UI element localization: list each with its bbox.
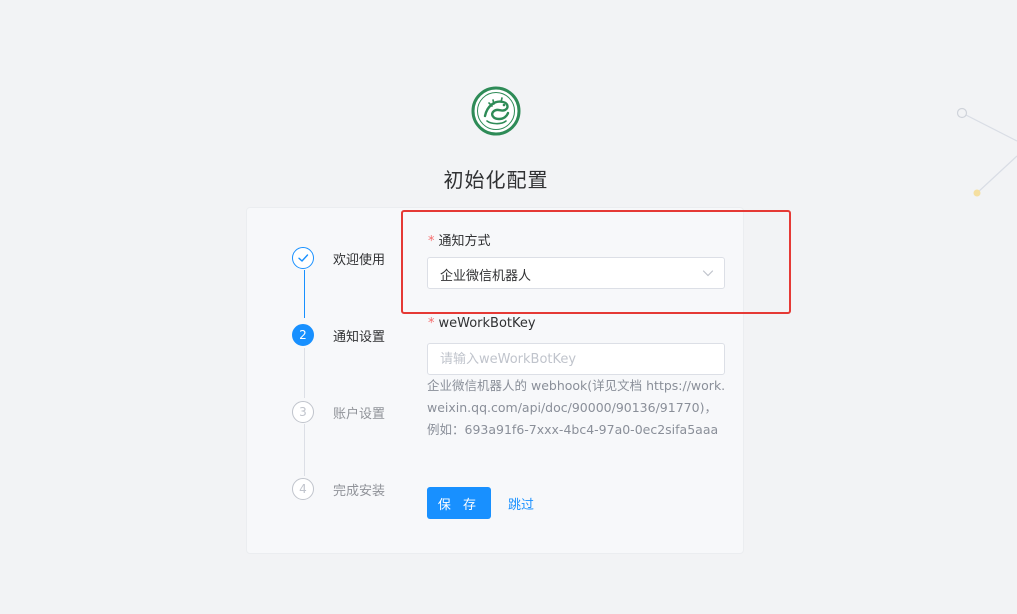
chevron-down-icon bbox=[702, 270, 714, 277]
step-check-icon bbox=[292, 247, 314, 269]
step-number: 4 bbox=[292, 478, 314, 500]
step-connector bbox=[304, 348, 305, 398]
bot-key-help-text: 企业微信机器人的 webhook(详见文档 https://work.weixi… bbox=[427, 378, 726, 437]
dragon-logo-icon bbox=[471, 86, 521, 136]
step-connector bbox=[304, 270, 305, 318]
step-notify: 2 通知设置 bbox=[292, 324, 385, 346]
step-label: 通知设置 bbox=[333, 329, 386, 345]
required-mark: * bbox=[428, 234, 435, 249]
step-number: 3 bbox=[292, 401, 314, 423]
bot-key-label-text: weWorkBotKey bbox=[438, 316, 536, 331]
step-label: 欢迎使用 bbox=[333, 252, 386, 268]
page-title: 初始化配置 bbox=[443, 168, 549, 192]
step-connector bbox=[304, 424, 305, 476]
step-account: 3 账户设置 bbox=[292, 401, 385, 423]
save-button[interactable]: 保 存 bbox=[427, 487, 491, 519]
step-number: 2 bbox=[292, 324, 314, 346]
skip-link[interactable]: 跳过 bbox=[508, 494, 534, 513]
notify-method-value: 企业微信机器人 bbox=[440, 269, 532, 284]
step-label: 账户设置 bbox=[333, 406, 386, 422]
step-welcome: 欢迎使用 bbox=[292, 247, 385, 269]
check-icon bbox=[298, 254, 309, 262]
page: 初始化配置 欢迎使用 2 通知设置 3 账户设置 4 完成安装 * 通知方式 企业… bbox=[0, 0, 1017, 614]
bot-key-input[interactable] bbox=[427, 343, 725, 375]
step-finish: 4 完成安装 bbox=[292, 478, 385, 500]
notify-method-select[interactable]: 企业微信机器人 bbox=[427, 257, 725, 289]
notify-method-label-text: 通知方式 bbox=[438, 234, 491, 249]
bot-key-label: * weWorkBotKey bbox=[428, 316, 536, 331]
step-label: 完成安装 bbox=[333, 483, 386, 499]
notify-method-label: * 通知方式 bbox=[428, 230, 491, 249]
required-mark: * bbox=[428, 316, 435, 331]
